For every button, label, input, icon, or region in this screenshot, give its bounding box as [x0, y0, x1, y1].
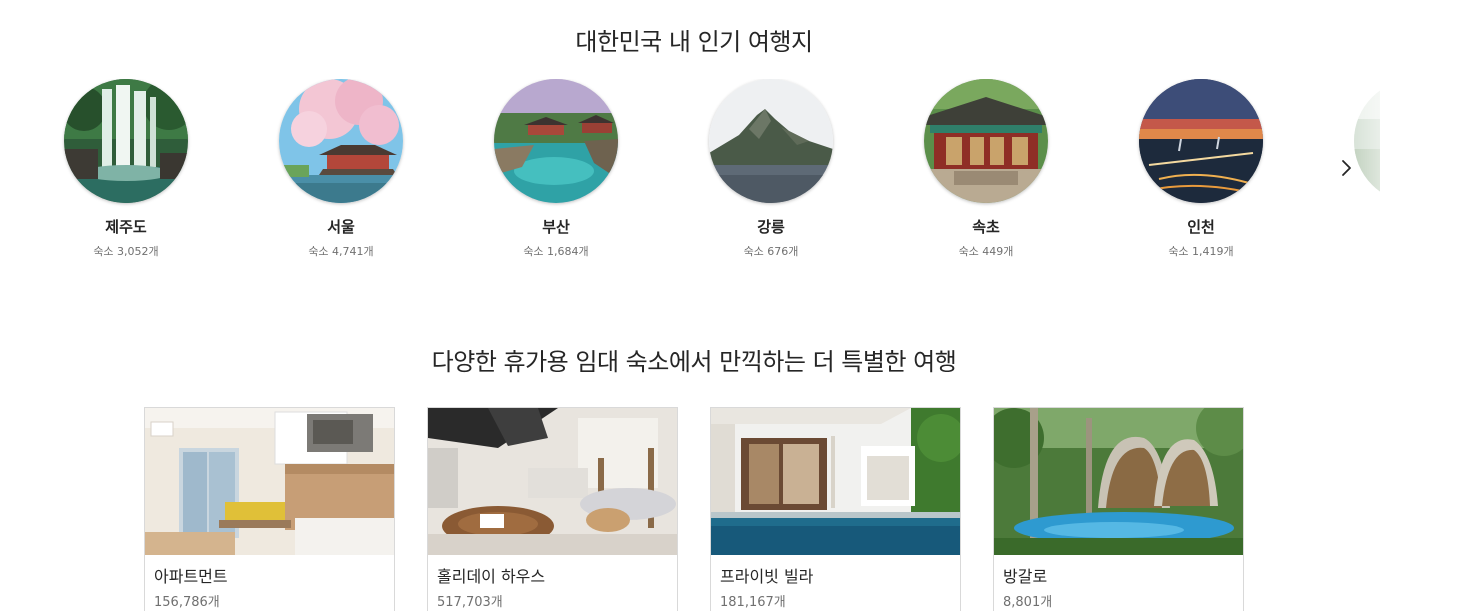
property-types-title: 다양한 휴가용 임대 숙소에서 만끽하는 더 특별한 여행: [431, 348, 957, 376]
waterfall-photo: [64, 79, 188, 203]
property-type-count: 181,167개: [720, 595, 786, 610]
property-type-name: 홀리데이 하우스: [437, 567, 546, 586]
destination-name: 서울: [327, 218, 355, 236]
private-villa-photo: [711, 408, 960, 555]
destination-name: 강릉: [757, 218, 785, 236]
holiday-house-photo: [428, 408, 677, 555]
rocky-island-photo: [709, 79, 833, 203]
destination-name: 속초: [972, 218, 1000, 236]
property-type-card-apartment[interactable]: 아파트먼트 156,786개: [144, 407, 395, 611]
bungalow-photo: [994, 408, 1243, 555]
destination-name: 부산: [542, 218, 570, 236]
bridge-sunset-photo: [1139, 79, 1263, 203]
property-type-card-bungalow[interactable]: 방갈로 8,801개: [993, 407, 1244, 611]
destination-count: 숙소 449개: [958, 245, 1014, 258]
property-type-card-holiday-house[interactable]: 홀리데이 하우스 517,703개: [427, 407, 678, 611]
destination-count: 숙소 1,684개: [523, 245, 589, 258]
destination-count: 숙소 676개: [743, 245, 799, 258]
destination-card-busan[interactable]: 부산 숙소 1,684개: [494, 79, 618, 259]
popular-destinations-title: 대한민국 내 인기 여행지: [575, 28, 813, 56]
apartment-photo: [145, 408, 394, 555]
destination-count: 숙소 1,419개: [1168, 245, 1234, 258]
property-type-name: 방갈로: [1003, 567, 1048, 586]
destination-card-seoul[interactable]: 서울 숙소 4,741개: [279, 79, 403, 259]
destination-card-incheon[interactable]: 인천 숙소 1,419개: [1139, 79, 1263, 259]
seaside-temple-photo: [494, 79, 618, 203]
palace-cherry-blossom-photo: [279, 79, 403, 203]
destination-name: 인천: [1187, 218, 1215, 236]
destinations-carousel: 제주도 숙소 3,052개 서울 숙소 4,741개 부산 숙소 1,684개 …: [0, 79, 1380, 269]
chevron-right-icon: [1342, 160, 1351, 176]
destination-card-sokcho[interactable]: 속초 숙소 449개: [924, 79, 1048, 259]
property-type-count: 517,703개: [437, 595, 503, 610]
carousel-next-button[interactable]: [1334, 152, 1358, 184]
temple-photo: [924, 79, 1048, 203]
property-type-count: 8,801개: [1003, 595, 1053, 610]
destination-count: 숙소 3,052개: [93, 245, 159, 258]
carousel-fade: [1340, 79, 1380, 209]
property-type-name: 프라이빗 빌라: [720, 567, 814, 586]
property-type-count: 156,786개: [154, 595, 220, 610]
property-type-name: 아파트먼트: [154, 567, 228, 586]
destination-card-jeju[interactable]: 제주도 숙소 3,052개: [64, 79, 188, 259]
destination-name: 제주도: [105, 218, 147, 236]
destination-card-gangneung[interactable]: 강릉 숙소 676개: [709, 79, 833, 259]
property-type-card-private-villa[interactable]: 프라이빗 빌라 181,167개: [710, 407, 961, 611]
destination-count: 숙소 4,741개: [308, 245, 374, 258]
